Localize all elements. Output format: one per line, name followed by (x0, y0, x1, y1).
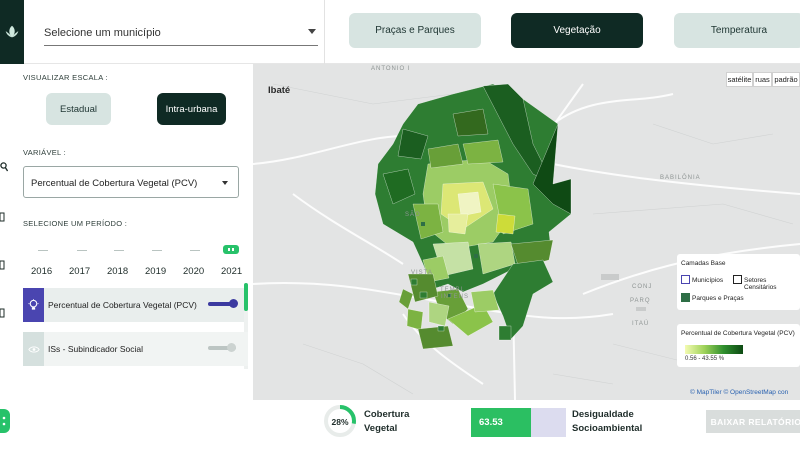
map-attribution[interactable]: © MapTiler © OpenStreetMap con (690, 389, 788, 396)
desigualdade-label-line1: Desigualdade (572, 409, 634, 420)
legend-parques-checkbox[interactable] (681, 293, 690, 302)
period-timeline: 2016 2017 2018 2019 2020 2021 (23, 244, 245, 284)
variable-label: VARIÁVEL : (23, 148, 67, 157)
layer-iss-row[interactable]: ISs - Subindicador Social (23, 332, 248, 366)
layers-icon[interactable] (0, 212, 8, 222)
chevron-down-icon (222, 181, 228, 185)
cobertura-label-line2: Vegetal (364, 423, 398, 434)
legend-pcv: Percentual de Cobertura Vegetal (PCV) 0.… (677, 324, 800, 367)
legend-base-title: Camadas Base (681, 260, 726, 267)
timeline-tick[interactable] (77, 250, 87, 251)
year-2019[interactable]: 2019 (145, 266, 166, 277)
municipio-placeholder: Selecione um município (44, 27, 161, 39)
share-icon (2, 416, 6, 426)
place-tembl: TEMBL (440, 287, 466, 293)
legend-pcv-gradient (685, 345, 743, 354)
place-sao: SÃO (405, 212, 421, 218)
legend-setores-checkbox[interactable] (733, 275, 742, 284)
chart-icon[interactable] (0, 308, 8, 318)
download-report-button[interactable]: BAIXAR RELATÓRIO (706, 410, 800, 433)
search-icon[interactable] (0, 162, 8, 172)
place-antonio: ANTONIO I (371, 66, 411, 72)
desigualdade-bar: 63.53 (471, 408, 566, 437)
layer-list-scroll-thumb[interactable] (244, 283, 248, 311)
scale-label: VISUALIZAR ESCALA : (23, 73, 108, 82)
chevron-down-icon (308, 29, 316, 34)
eye-icon (23, 332, 44, 366)
place-babilonia: BABILÔNIA (660, 175, 701, 181)
timeline-tick[interactable] (190, 250, 200, 251)
legend-municipios-label: Municípios (692, 277, 724, 284)
scale-intra-urbana-button[interactable]: Intra-urbana (157, 93, 226, 125)
place-vista: VISTA (411, 270, 433, 276)
sidebar: VISUALIZAR ESCALA : Estadual Intra-urban… (12, 64, 252, 450)
toggle-knob (229, 299, 238, 308)
top-bar: Selecione um município Praças e Parques … (0, 0, 800, 64)
legend-base-layers: Camadas Base Municípios Setores Censitár… (677, 254, 800, 310)
year-2021[interactable]: 2021 (221, 266, 242, 277)
layer-iss-label: ISs - Subindicador Social (48, 344, 143, 354)
tab-temperatura[interactable]: Temperatura (674, 13, 800, 48)
logo[interactable] (0, 0, 24, 64)
layer-pcv-row[interactable]: Percentual de Cobertura Vegetal (PCV) (23, 288, 248, 322)
map-streets-button[interactable]: ruas (753, 72, 772, 87)
document-icon[interactable] (0, 260, 8, 270)
legend-setores-label: Setores Censitários (744, 277, 777, 291)
header-divider (324, 0, 325, 64)
left-icon-strip (0, 64, 12, 450)
desigualdade-label-line2: Socioambiental (572, 423, 643, 434)
year-2018[interactable]: 2018 (107, 266, 128, 277)
toggle-knob (227, 343, 236, 352)
year-2017[interactable]: 2017 (69, 266, 90, 277)
timeline-tick[interactable] (114, 250, 124, 251)
timeline-tick[interactable] (152, 250, 162, 251)
lightbulb-icon (23, 288, 44, 322)
map-satellite-button[interactable]: satélite (726, 72, 753, 87)
desigualdade-value: 63.53 (479, 417, 503, 428)
period-label: SELECIONE UM PERÍODO : (23, 219, 128, 228)
legend-pcv-range: 0.56 - 43.55 % (685, 356, 725, 362)
map-view[interactable]: Ibaté ANTONIO I BABILÔNIA CONJ PARQ ITAÚ… (253, 64, 800, 400)
legend-parques-label: Parques e Praças (692, 295, 744, 302)
tab-vegetacao[interactable]: Vegetação (511, 13, 643, 48)
timeline-handle[interactable] (223, 245, 239, 254)
map-default-button[interactable]: padrão (772, 72, 800, 87)
scale-estadual-button[interactable]: Estadual (46, 93, 111, 125)
cobertura-label-line1: Cobertura (364, 409, 410, 420)
variable-value: Percentual de Cobertura Vegetal (PCV) (31, 178, 198, 189)
active-indicator[interactable] (0, 409, 10, 433)
layer-pcv-toggle[interactable] (208, 299, 238, 308)
leaf-logo-icon (5, 25, 19, 38)
layer-pcv-label: Percentual de Cobertura Vegetal (PCV) (48, 300, 197, 310)
kpi-bar: 28% Cobertura Vegetal 63.53 Desigualdade… (253, 400, 800, 450)
tab-pracas-parques[interactable]: Praças e Parques (349, 13, 481, 48)
place-itau: ITAÚ (632, 321, 650, 327)
timeline-tick[interactable] (38, 250, 48, 251)
variable-select[interactable]: Percentual de Cobertura Vegetal (PCV) (23, 166, 239, 198)
year-2020[interactable]: 2020 (183, 266, 204, 277)
app-root: Selecione um município Praças e Parques … (0, 0, 800, 450)
place-conj: CONJ (632, 284, 653, 290)
place-intens: INTENS (441, 294, 470, 300)
place-ibate: Ibaté (268, 85, 291, 96)
place-paraq: PARQ (630, 298, 651, 304)
legend-municipios-checkbox[interactable] (681, 275, 690, 284)
municipio-select[interactable]: Selecione um município (44, 22, 318, 46)
legend-pcv-title: Percentual de Cobertura Vegetal (PCV) (681, 330, 795, 337)
year-2016[interactable]: 2016 (31, 266, 52, 277)
cobertura-value: 28% (331, 417, 349, 427)
layer-iss-toggle[interactable] (208, 343, 236, 352)
